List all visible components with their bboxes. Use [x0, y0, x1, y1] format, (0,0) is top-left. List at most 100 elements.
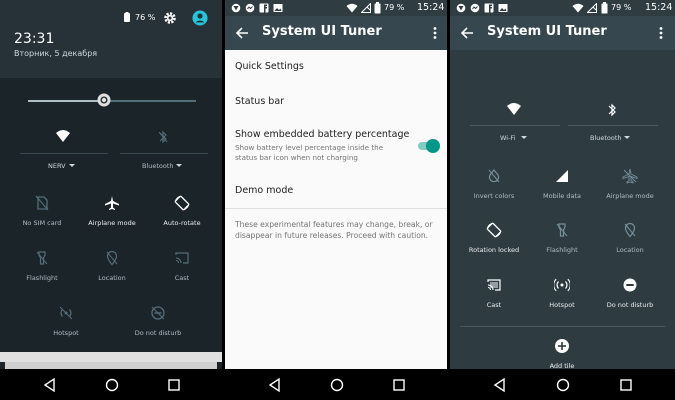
bluetooth-label[interactable]: Bluetooth	[142, 162, 174, 170]
brightness-fill	[28, 100, 104, 102]
wifi-label[interactable]: Wi-Fi	[500, 134, 516, 142]
menu-item-demo-mode[interactable]: Demo mode	[225, 174, 447, 208]
sim-off-icon[interactable]	[34, 195, 50, 211]
back-icon[interactable]	[267, 377, 283, 393]
toolbar: System UI Tuner	[450, 16, 675, 50]
brightness-slider[interactable]	[28, 100, 196, 102]
menu-item-label: Demo mode	[235, 185, 294, 196]
flashlight-icon[interactable]	[34, 250, 50, 266]
notification-icon	[456, 3, 466, 13]
tile-label: Airplane mode	[606, 192, 654, 200]
menu-item-label: Show embedded battery percentage	[235, 129, 410, 140]
tile-label: Hotspot	[549, 301, 575, 309]
add-tile-icon[interactable]	[554, 338, 570, 354]
notification-icon	[231, 3, 241, 13]
menu-item-label: Quick Settings	[235, 61, 304, 72]
home-icon[interactable]	[104, 377, 120, 393]
avatar[interactable]	[192, 10, 208, 26]
navigation-bar	[0, 369, 222, 400]
recents-icon[interactable]	[618, 377, 634, 393]
airplane-icon[interactable]	[104, 195, 120, 211]
battery-percentage: 79 %	[611, 3, 632, 12]
tile-label: Hotspot	[53, 329, 79, 337]
back-icon[interactable]	[492, 377, 508, 393]
battery-icon	[374, 2, 381, 14]
screenshot-collage: 76 % 23:31 Вторник, 5 декабря NERV Bluet…	[0, 0, 675, 400]
overflow-menu-icon[interactable]	[432, 26, 438, 40]
bluetooth-icon[interactable]	[155, 129, 171, 145]
cast-icon[interactable]	[174, 250, 190, 266]
hotspot-icon[interactable]	[58, 305, 74, 321]
location-icon[interactable]	[622, 222, 638, 238]
system-ui-tuner-settings: 79 % 15:24 System UI Tuner Quick Setting…	[225, 0, 447, 400]
hotspot-icon[interactable]	[554, 277, 570, 293]
dnd-icon[interactable]	[622, 277, 638, 293]
wifi-icon	[572, 3, 584, 13]
chevron-down-icon	[69, 164, 75, 167]
quick-settings-editor: 79 % 15:24 System UI Tuner Wi-Fi Bluetoo…	[450, 0, 675, 400]
tile-label: Do not disturb	[606, 301, 654, 309]
location-icon[interactable]	[104, 250, 120, 266]
tile-label: Location	[616, 246, 644, 254]
menu-item-quick-settings[interactable]: Quick Settings	[225, 50, 447, 84]
status-bar: 79 % 15:24	[225, 0, 447, 16]
menu-item-status-bar[interactable]: Status bar	[225, 84, 447, 118]
back-arrow-icon[interactable]	[460, 26, 474, 40]
chevron-down-icon	[176, 164, 182, 167]
invert-colors-icon[interactable]	[486, 168, 502, 184]
tile-label: Flashlight	[546, 246, 578, 254]
facebook-icon	[484, 3, 494, 13]
flashlight-icon[interactable]	[554, 222, 570, 238]
tile-label: Cast	[174, 274, 190, 282]
recents-icon[interactable]	[166, 377, 182, 393]
cast-icon[interactable]	[486, 277, 502, 293]
navigation-bar	[450, 369, 675, 400]
tile-divider	[20, 153, 108, 154]
tile-divider	[120, 153, 208, 154]
rotate-icon[interactable]	[486, 222, 502, 238]
wifi-icon	[346, 3, 358, 13]
bluetooth-label[interactable]: Bluetooth	[590, 134, 622, 142]
status-time: 15:24	[645, 2, 673, 13]
warning-note: These experimental features may change, …	[235, 220, 433, 240]
wifi-label[interactable]: NERV	[48, 162, 66, 170]
overflow-menu-icon[interactable]	[658, 26, 664, 40]
menu-item-label: Status bar	[235, 96, 285, 107]
home-icon[interactable]	[555, 377, 571, 393]
messenger-icon	[470, 3, 480, 13]
dnd-icon[interactable]	[150, 305, 166, 321]
image-icon	[273, 4, 283, 12]
battery-icon	[124, 12, 130, 22]
wifi-icon[interactable]	[55, 129, 71, 145]
tile-label: Do not disturb	[134, 329, 182, 337]
gear-icon[interactable]	[163, 11, 177, 25]
shade-handle[interactable]	[5, 362, 217, 369]
battery-percentage-toggle[interactable]	[418, 139, 440, 153]
tile-editor-area	[450, 50, 675, 369]
clock-time: 23:31	[14, 31, 55, 47]
messenger-icon	[245, 3, 255, 13]
brightness-icon[interactable]	[96, 92, 112, 108]
rotate-icon[interactable]	[174, 195, 190, 211]
tile-divider	[568, 125, 658, 126]
signal-off-icon	[361, 3, 371, 13]
wifi-icon[interactable]	[506, 102, 522, 118]
back-arrow-icon[interactable]	[235, 26, 249, 40]
quick-settings-shade: 76 % 23:31 Вторник, 5 декабря NERV Bluet…	[0, 0, 222, 400]
home-icon[interactable]	[329, 377, 345, 393]
bluetooth-icon[interactable]	[604, 102, 620, 118]
back-icon[interactable]	[42, 377, 58, 393]
tile-label: No SIM card	[22, 219, 62, 227]
recents-icon[interactable]	[391, 377, 407, 393]
airplane-icon[interactable]	[622, 168, 638, 184]
battery-percentage: 76 %	[135, 13, 156, 22]
chevron-down-icon	[521, 136, 527, 139]
status-time: 15:24	[417, 2, 445, 13]
menu-item-battery-percentage[interactable]: Show embedded battery percentage Show ba…	[225, 120, 447, 172]
image-icon	[498, 4, 508, 12]
signal-icon[interactable]	[554, 168, 570, 184]
tile-label: Invert colors	[473, 192, 515, 200]
facebook-icon	[259, 3, 269, 13]
battery-percentage: 79 %	[384, 3, 405, 12]
date-text: Вторник, 5 декабря	[14, 49, 98, 58]
